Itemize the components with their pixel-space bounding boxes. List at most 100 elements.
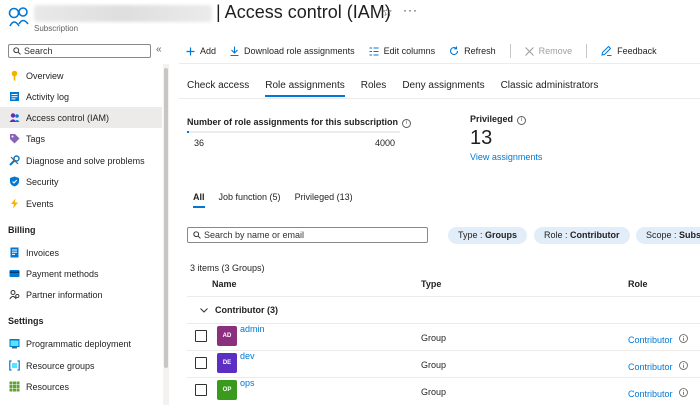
sidebar-item-security[interactable]: Security bbox=[0, 171, 162, 192]
sidebar-item-diagnose[interactable]: Diagnose and solve problems bbox=[0, 150, 162, 171]
table-header-divider bbox=[187, 296, 700, 297]
resource-type-label: Subscription bbox=[34, 24, 79, 33]
items-count: 3 items (3 Groups) bbox=[190, 263, 265, 273]
refresh-button[interactable]: Refresh bbox=[449, 46, 496, 56]
sidebar-item-activity-log[interactable]: Activity log bbox=[0, 86, 162, 107]
filter-pill-scope[interactable]: Scope : Subscription bbox=[636, 227, 700, 244]
tab-deny-assignments[interactable]: Deny assignments bbox=[402, 80, 484, 97]
subtab-privileged[interactable]: Privileged (13) bbox=[295, 192, 353, 208]
view-assignments-link[interactable]: View assignments bbox=[470, 152, 542, 162]
sidebar-item-overview[interactable]: Overview bbox=[0, 65, 162, 86]
settings-section-header: Settings bbox=[8, 316, 44, 326]
partner-icon bbox=[9, 289, 20, 300]
search-by-name-input[interactable]: Search by name or email bbox=[187, 227, 428, 243]
group-name-link[interactable]: ops bbox=[240, 378, 255, 388]
grid-icon bbox=[9, 381, 20, 392]
tab-roles[interactable]: Roles bbox=[361, 80, 387, 97]
payment-icon bbox=[9, 268, 20, 279]
role-link[interactable]: Contributor bbox=[628, 389, 673, 399]
group-avatar: OP bbox=[217, 380, 237, 400]
download-role-assignments-button[interactable]: Download role assignments bbox=[230, 46, 355, 56]
tabs-divider bbox=[179, 98, 700, 99]
type-cell: Group bbox=[421, 360, 447, 370]
column-header-name[interactable]: Name bbox=[212, 279, 237, 289]
sidebar-item-invoices[interactable]: Invoices bbox=[0, 242, 162, 263]
group-name-link[interactable]: dev bbox=[240, 351, 255, 361]
subtab-job-function[interactable]: Job function (5) bbox=[219, 192, 281, 208]
progress-fill bbox=[187, 131, 190, 133]
group-name-link[interactable]: admin bbox=[240, 324, 265, 334]
sidebar-item-access-control[interactable]: Access control (IAM) bbox=[0, 107, 162, 128]
sidebar-item-programmatic-deployment[interactable]: Programmatic deployment bbox=[0, 333, 162, 354]
group-avatar: AD bbox=[217, 326, 237, 346]
redacted-subscription-name bbox=[34, 5, 212, 22]
row-checkbox[interactable] bbox=[195, 384, 207, 396]
privileged-label: Privileged i bbox=[470, 114, 527, 125]
table-row[interactable]: OP ops Group Contributor bbox=[187, 377, 700, 403]
sidebar-item-partner-information[interactable]: Partner information bbox=[0, 284, 162, 305]
role-assignment-count-label: Number of role assignments for this subs… bbox=[187, 117, 412, 128]
plus-icon bbox=[186, 47, 195, 56]
toolbar-divider bbox=[586, 44, 588, 58]
toolbar-divider-line bbox=[179, 63, 700, 64]
info-icon[interactable]: i bbox=[517, 116, 527, 125]
column-header-role[interactable]: Role bbox=[628, 279, 648, 289]
key-icon bbox=[9, 70, 20, 81]
billing-section-header: Billing bbox=[8, 225, 36, 235]
sidebar-item-payment-methods[interactable]: Payment methods bbox=[0, 263, 162, 284]
shield-icon bbox=[9, 176, 20, 187]
activity-log-icon bbox=[9, 91, 20, 102]
tab-role-assignments[interactable]: Role assignments bbox=[265, 80, 345, 97]
privileged-count: 13 bbox=[470, 127, 493, 149]
tab-classic-administrators[interactable]: Classic administrators bbox=[501, 80, 599, 97]
subtab-all[interactable]: All bbox=[193, 192, 205, 208]
info-icon[interactable]: i bbox=[402, 119, 412, 128]
close-icon bbox=[524, 46, 534, 56]
download-icon bbox=[230, 46, 239, 56]
tag-icon bbox=[9, 133, 20, 144]
type-cell: Group bbox=[421, 387, 447, 397]
group-row-contributor[interactable]: Contributor (3) bbox=[200, 305, 278, 315]
filter-pill-type[interactable]: Type : Groups bbox=[448, 227, 528, 244]
filter-pill-role[interactable]: Role : Contributor bbox=[534, 227, 630, 244]
remove-button[interactable]: Remove bbox=[524, 46, 572, 56]
people-icon bbox=[9, 112, 20, 123]
tab-check-access[interactable]: Check access bbox=[187, 80, 249, 97]
scrollbar-thumb[interactable] bbox=[164, 68, 168, 368]
sidebar-item-resources[interactable]: Resources bbox=[0, 376, 162, 397]
role-link[interactable]: Contributor bbox=[628, 335, 673, 345]
sidebar-item-tags[interactable]: Tags bbox=[0, 128, 162, 149]
more-options-icon[interactable]: ··· bbox=[403, 3, 418, 17]
row-checkbox[interactable] bbox=[195, 357, 207, 369]
info-icon[interactable] bbox=[679, 388, 688, 397]
sidebar-item-events[interactable]: Events bbox=[0, 193, 162, 214]
sidebar-item-resource-groups[interactable]: Resource groups bbox=[0, 355, 162, 376]
search-icon bbox=[13, 47, 21, 55]
info-icon[interactable] bbox=[679, 361, 688, 370]
subscription-key-icon bbox=[8, 7, 29, 27]
type-cell: Group bbox=[421, 333, 447, 343]
row-checkbox[interactable] bbox=[195, 330, 207, 342]
sidebar: Search « Overview Activity log Access co… bbox=[0, 38, 170, 405]
collapse-sidebar-icon[interactable]: « bbox=[156, 44, 162, 55]
page-title: | Access control (IAM) bbox=[216, 2, 391, 22]
add-button[interactable]: Add bbox=[186, 46, 216, 56]
columns-icon bbox=[369, 46, 379, 56]
info-icon[interactable] bbox=[679, 334, 688, 343]
group-avatar: DE bbox=[217, 353, 237, 373]
sidebar-scrollbar[interactable] bbox=[163, 64, 169, 405]
invoice-icon bbox=[9, 247, 20, 258]
search-placeholder: Search by name or email bbox=[204, 230, 305, 240]
role-assignment-progress-bar bbox=[187, 131, 400, 133]
column-header-type[interactable]: Type bbox=[421, 279, 441, 289]
feedback-button[interactable]: Feedback bbox=[601, 46, 657, 56]
table-row[interactable]: DE dev Group Contributor bbox=[187, 350, 700, 376]
edit-columns-button[interactable]: Edit columns bbox=[369, 46, 435, 56]
sidebar-search-input[interactable]: Search bbox=[8, 44, 151, 58]
table-row[interactable]: AD admin Group Contributor bbox=[187, 323, 700, 349]
role-assignment-current: 36 bbox=[194, 138, 205, 148]
favorite-star-icon[interactable]: ☆ bbox=[382, 5, 393, 19]
feedback-icon bbox=[601, 46, 612, 56]
iam-tabs: Check access Role assignments Roles Deny… bbox=[187, 80, 614, 97]
role-link[interactable]: Contributor bbox=[628, 362, 673, 372]
